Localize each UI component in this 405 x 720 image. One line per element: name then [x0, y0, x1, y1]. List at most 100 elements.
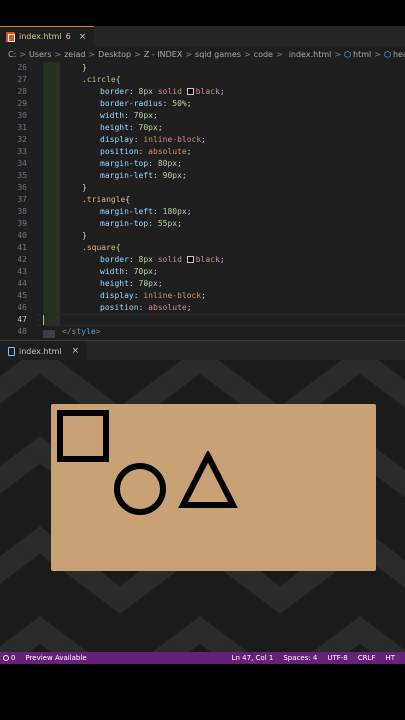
code-line[interactable]: border: 8px solid black;	[100, 86, 225, 98]
status-item[interactable]: CRLF	[358, 654, 376, 662]
breadcrumb-item[interactable]: C:	[8, 50, 16, 59]
code-token: 8px	[138, 87, 153, 96]
current-line-highlight	[36, 314, 405, 326]
breadcrumb-item[interactable]: Users	[29, 50, 51, 59]
line-number: 41	[17, 243, 27, 252]
breadcrumb-item[interactable]: sqid games	[195, 50, 241, 59]
code-token: 180px	[162, 207, 187, 216]
breadcrumb-separator: >	[134, 49, 141, 59]
code-line[interactable]: margin-left: 90px;	[100, 170, 187, 182]
document-icon	[8, 346, 15, 356]
tab-index-html[interactable]: index.html 6 ×	[0, 26, 95, 46]
code-token: :	[133, 291, 144, 300]
code-line[interactable]: .square{	[82, 242, 121, 254]
code-line[interactable]: width: 70px;	[100, 266, 158, 278]
code-line[interactable]: </style>	[62, 326, 101, 338]
code-line[interactable]: position: absolute;	[100, 146, 192, 158]
code-token: ;	[219, 255, 225, 264]
preview-close-icon[interactable]: ×	[72, 346, 80, 356]
code-line[interactable]: }	[82, 230, 87, 242]
code-line[interactable]: display: inline-block;	[100, 290, 206, 302]
status-item[interactable]: Ln 47, Col 1	[232, 654, 274, 662]
code-token: :	[138, 303, 149, 312]
breadcrumb-separator: >	[54, 49, 62, 59]
code-line[interactable]: .triangle{	[82, 194, 130, 206]
code-line[interactable]: margin-left: 180px;	[100, 206, 192, 218]
code-line[interactable]: width: 70px;	[100, 110, 158, 122]
breadcrumb-separator: >	[334, 49, 342, 59]
code-token: margin-top	[100, 219, 149, 228]
line-number: 45	[17, 291, 27, 300]
code-token: 70px	[133, 267, 153, 276]
code-token: inline-block	[143, 135, 202, 144]
preview-status[interactable]: Preview Available	[25, 654, 86, 662]
code-token: 70px	[138, 123, 158, 132]
color-swatch-icon[interactable]	[186, 256, 194, 263]
code-token: :	[128, 279, 139, 288]
line-number: 29	[17, 99, 27, 108]
code-token: absolute	[148, 303, 187, 312]
code-line[interactable]: border: 8px solid black;	[100, 254, 225, 266]
code-line[interactable]: margin-top: 80px;	[100, 158, 182, 170]
breadcrumb-separator: >	[275, 49, 283, 59]
status-item[interactable]: UTF-8	[327, 654, 347, 662]
code-line[interactable]: height: 70px;	[100, 278, 163, 290]
breadcrumb-separator: >	[243, 49, 251, 59]
breadcrumb-item[interactable]: Z - INDEX	[144, 50, 183, 59]
code-token: ;	[201, 135, 206, 144]
code-token: display	[100, 135, 134, 144]
code-token: :	[138, 147, 149, 156]
code-line[interactable]: margin-top: 55px;	[100, 218, 182, 230]
code-token: .square	[82, 243, 116, 252]
color-swatch-icon[interactable]	[186, 88, 194, 95]
preview-card	[51, 404, 376, 571]
html-file-icon	[6, 31, 15, 42]
element-tag-icon: ⬡	[344, 49, 352, 59]
code-token: absolute	[148, 147, 187, 156]
code-editor[interactable]: 26 27 28 29 30 31 32 33 34 35 36 37 38 39 40 41 42 43 44 45…	[0, 62, 405, 340]
code-token: }	[82, 63, 87, 72]
code-token: ;	[153, 111, 158, 120]
status-item[interactable]: HT	[385, 654, 395, 662]
code-token: >	[95, 327, 101, 336]
code-line[interactable]: position: absolute;	[100, 302, 192, 314]
code-line[interactable]: }	[82, 182, 87, 194]
code-token: 8px	[138, 255, 153, 264]
code-line[interactable]: height: 70px;	[100, 122, 163, 134]
code-token: border-radius	[100, 99, 163, 108]
breadcrumb-item[interactable]: head	[393, 50, 405, 59]
code-token: .circle	[82, 75, 116, 84]
code-token: :	[152, 207, 163, 216]
breadcrumb-item[interactable]: Desktop	[98, 50, 131, 59]
breadcrumb-item[interactable]: index.html	[289, 50, 332, 59]
code-token: 50%	[172, 99, 187, 108]
breadcrumb-item[interactable]: zeiad	[64, 50, 85, 59]
code-token: 90px	[162, 171, 182, 180]
code-token: solid	[153, 87, 187, 96]
code-line[interactable]: .circle{	[82, 74, 121, 86]
line-number: 47	[17, 315, 27, 324]
circle-shape	[114, 463, 166, 515]
line-number: 39	[17, 219, 27, 228]
code-token: {	[125, 195, 131, 204]
problems-indicator[interactable]: 0	[3, 654, 15, 662]
code-line[interactable]: }	[82, 62, 87, 74]
status-item[interactable]: Spaces: 4	[283, 654, 317, 662]
code-token: {	[115, 75, 121, 84]
tab-close-icon[interactable]: ×	[79, 32, 87, 42]
code-line[interactable]: border-radius: 50%;	[100, 98, 192, 110]
problems-count: 0	[11, 654, 16, 662]
code-token: :	[152, 171, 163, 180]
breadcrumb-item[interactable]: code	[254, 50, 273, 59]
code-token: 70px	[138, 279, 158, 288]
line-number: 43	[17, 267, 27, 276]
code-token: 70px	[133, 111, 153, 120]
code-token: :	[128, 123, 139, 132]
preview-tab[interactable]: index.html ×	[0, 341, 88, 361]
code-line[interactable]: display: inline-block;	[100, 134, 206, 146]
line-number: 30	[17, 111, 27, 120]
breadcrumb-item[interactable]: html	[353, 50, 371, 59]
code-token: solid	[153, 255, 187, 264]
warning-icon	[3, 655, 9, 661]
tab-label: index.html	[19, 32, 62, 41]
